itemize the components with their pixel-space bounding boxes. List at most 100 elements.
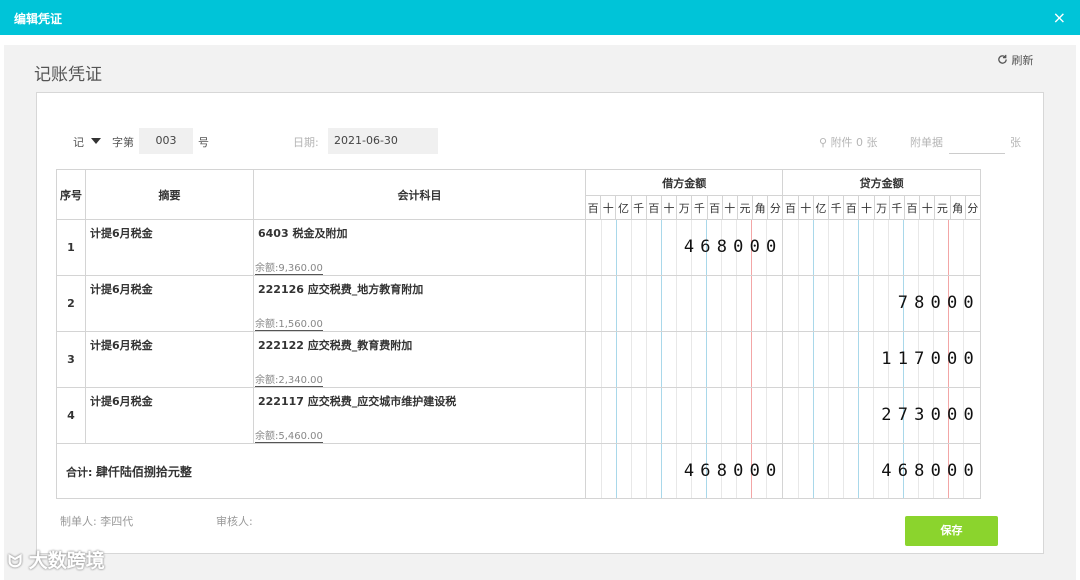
digit-separator [736,388,737,443]
balance-value: 2,340.00 [278,375,323,387]
digit-separator [736,276,737,331]
row-account-cell[interactable]: 222117 应交税费_应交城市维护建设税 余额:5,460.00 [253,387,586,444]
row-debit-amount: 468000 [683,237,783,257]
total-credit-amount: 468000 [881,461,980,481]
brand-logo-icon: ᗢ [8,552,23,572]
header-debit: 借方金额 [584,169,784,196]
row-account-cell[interactable]: 6403 税金及附加 余额:9,360.00 [253,219,586,276]
digit-separator [646,276,647,331]
row-account: 6403 税金及附加 [258,227,348,240]
debit-digit-unit: 千 [630,195,647,220]
digit-separator [721,276,722,331]
row-account-cell[interactable]: 222126 应交税费_地方教育附加 余额:1,560.00 [253,275,586,332]
total-debit-amount: 468000 [683,461,783,481]
digit-separator [601,444,602,498]
digit-separator [616,276,617,331]
row-debit-cell[interactable]: 468000 [584,219,784,276]
digit-separator [631,388,632,443]
digit-separator [948,220,950,275]
digit-separator [616,220,617,275]
row-debit-cell[interactable] [584,275,784,332]
save-button[interactable]: 保存 [905,516,998,546]
credit-digit-unit: 十 [797,195,814,220]
credit-digit-unit: 十 [858,195,875,220]
debit-digit-unit: 百 [645,195,662,220]
credit-digit-unit: 元 [934,195,951,220]
voucher-table: 序号 摘要 会计科目 借方金额 贷方金额 百十亿千百十万千百十元角分百十亿千百十… [56,169,981,499]
row-credit-amount: 117000 [881,349,980,369]
row-summary[interactable]: 计提6月税金 [85,219,254,276]
digit-separator [828,332,830,387]
row-summary[interactable]: 计提6月税金 [85,331,254,388]
table-row[interactable]: 1 计提6月税金 6403 税金及附加 余额:9,360.00 468000 [56,219,981,276]
digit-separator [828,276,830,331]
digit-separator [828,444,830,498]
digit-separator [813,444,815,498]
digit-separator [888,276,890,331]
attachment-link[interactable]: ⚲ 附件 0 张 [819,134,878,150]
voucher-number-input[interactable]: 003 [139,128,193,154]
digit-separator [721,388,722,443]
row-balance: 余额:2,340.00 [255,371,323,387]
digit-separator [813,276,815,331]
digit-separator [676,444,677,498]
row-summary[interactable]: 计提6月税金 [85,275,254,332]
row-debit-cell[interactable] [584,331,784,388]
attach-doc-input[interactable] [949,153,1005,154]
row-summary[interactable]: 计提6月税金 [85,387,254,444]
digit-separator [798,220,800,275]
row-account-cell[interactable]: 222122 应交税费_教育费附加 余额:2,340.00 [253,331,586,388]
voucher-type-select[interactable]: 记 [63,128,103,154]
digit-separator [751,388,752,443]
digit-separator [601,332,602,387]
digit-separator [661,220,662,275]
digit-separator [828,388,830,443]
row-credit-cell[interactable] [782,219,981,276]
header-seq: 序号 [56,169,86,220]
credit-digit-unit: 万 [873,195,890,220]
debit-digit-unit: 百 [584,195,602,220]
row-balance: 余额:5,460.00 [255,427,323,443]
debit-digit-unit: 元 [736,195,754,220]
maker-label: 制单人: [60,515,97,528]
digit-separator [676,332,677,387]
header-account: 会计科目 [253,169,586,220]
credit-digit-unit: 百 [903,195,921,220]
credit-digit-unit: 分 [964,195,981,220]
row-credit-cell[interactable]: 273000 [782,387,981,444]
total-row: 合计: 肆仟陆佰捌拾元整 468000 468000 [56,443,981,499]
row-debit-cell[interactable] [584,387,784,444]
balance-value: 1,560.00 [278,319,323,331]
digit-separator [646,220,647,275]
digit-separator [691,276,692,331]
table-row[interactable]: 4 计提6月税金 222117 应交税费_应交城市维护建设税 余额:5,460.00 2… [56,387,981,444]
row-credit-cell[interactable]: 78000 [782,275,981,332]
digit-separator [706,332,707,387]
digit-separator [676,388,677,443]
row-credit-cell[interactable]: 117000 [782,331,981,388]
debit-digit-unit: 十 [721,195,738,220]
digit-separator [691,332,692,387]
digit-separator [736,332,737,387]
refresh-button[interactable]: 刷新 [997,52,1034,68]
digit-separator [843,332,845,387]
digit-separator [798,388,800,443]
close-icon[interactable]: × [1053,8,1066,27]
debit-digit-unit: 亿 [615,195,632,220]
digit-separator [646,332,647,387]
digit-separator [616,444,617,498]
digit-separator [873,388,875,443]
date-input[interactable]: 2021-06-30 [328,128,438,154]
window-title: 编辑凭证 [14,12,63,26]
table-row[interactable]: 3 计提6月税金 222122 应交税费_教育费附加 余额:2,340.00 11700… [56,331,981,388]
digit-separator [706,388,707,443]
debit-digit-unit: 十 [660,195,678,220]
total-debit-cell: 468000 [584,443,784,499]
attach-doc-label: 附单据 [910,136,943,149]
digit-separator [751,276,752,331]
digit-separator [933,220,935,275]
digit-separator [813,388,815,443]
credit-digit-unit: 角 [949,195,966,220]
total-amount-words: 肆仟陆佰捌拾元整 [95,464,192,479]
table-row[interactable]: 2 计提6月税金 222126 应交税费_地方教育附加 余额:1,560.00 7800… [56,275,981,332]
